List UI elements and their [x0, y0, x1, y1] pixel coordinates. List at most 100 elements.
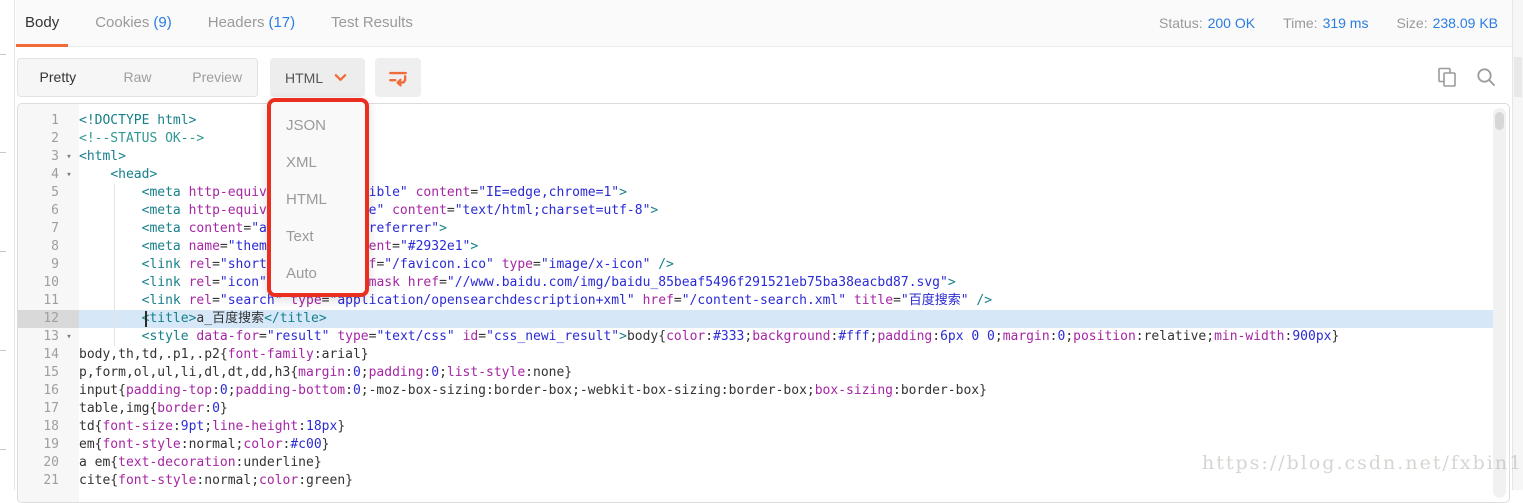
- fold-spacer: [59, 274, 79, 292]
- tab-label: Cookies: [95, 14, 149, 31]
- code-text: td{font-size:9pt;line-height:18px}: [79, 418, 345, 436]
- tab-label: Body: [25, 14, 59, 31]
- wrap-text-button[interactable]: [375, 58, 421, 97]
- code-text: <meta content="always" name="referrer">: [79, 220, 447, 238]
- fold-spacer: [59, 292, 79, 310]
- code-text: <!--STATUS OK-->: [79, 130, 204, 148]
- code-line[interactable]: 3▾<html>: [18, 148, 1493, 166]
- response-body-editor[interactable]: 1<!DOCTYPE html>2<!--STATUS OK-->3▾<html…: [17, 103, 1510, 503]
- view-pretty-button[interactable]: Pretty: [18, 59, 98, 96]
- line-number: 1: [18, 112, 59, 130]
- editor-scrollbar-thumb[interactable]: [1495, 112, 1504, 130]
- editor-action-icons: [1435, 65, 1498, 89]
- code-text: cite{font-style:normal;color:green}: [79, 472, 353, 490]
- response-size: Size:238.09 KB: [1396, 15, 1498, 31]
- dropdown-item-xml[interactable]: XML: [271, 144, 365, 181]
- view-preview-button[interactable]: Preview: [177, 59, 257, 96]
- dropdown-item-text[interactable]: Text: [271, 218, 365, 255]
- fold-spacer: [59, 400, 79, 418]
- line-number: 16: [18, 382, 59, 400]
- fold-spacer: [59, 454, 79, 472]
- code-line[interactable]: 6 <meta http-equiv="content-type" conten…: [18, 202, 1493, 220]
- code-text: body,th,td,.p1,.p2{font-family:arial}: [79, 346, 369, 364]
- code-line[interactable]: 4▾ <head>: [18, 166, 1493, 184]
- code-line[interactable]: 17 table,img{border:0}: [18, 400, 1493, 418]
- tab-label: Test Results: [331, 14, 413, 31]
- fold-spacer: [59, 472, 79, 490]
- tab-body[interactable]: Body: [16, 0, 68, 46]
- code-line[interactable]: 13▾ <style data-for="result" type="text/…: [18, 328, 1493, 346]
- copy-icon[interactable]: [1435, 65, 1459, 89]
- code-line[interactable]: 10 <link rel="icon" sizes="any" mask hre…: [18, 274, 1493, 292]
- line-number: 15: [18, 364, 59, 382]
- fold-spacer: [59, 112, 79, 130]
- fold-spacer: [59, 220, 79, 238]
- fold-spacer: [59, 436, 79, 454]
- line-number: 3: [18, 148, 59, 166]
- tab-headers[interactable]: Headers(17): [199, 0, 304, 46]
- code-line[interactable]: 2 <!--STATUS OK-->: [18, 130, 1493, 148]
- rail-tick: [0, 54, 6, 55]
- search-icon[interactable]: [1474, 65, 1498, 89]
- line-number: 18: [18, 418, 59, 436]
- right-panel-chunk: [1514, 57, 1522, 97]
- line-number: 19: [18, 436, 59, 454]
- line-number: 11: [18, 292, 59, 310]
- code-line[interactable]: 5 <meta http-equiv="X-UA-Compatible" con…: [18, 184, 1493, 202]
- fold-spacer: [59, 130, 79, 148]
- line-number: 14: [18, 346, 59, 364]
- code-text: p,form,ol,ul,li,dl,dt,dd,h3{margin:0;pad…: [79, 364, 572, 382]
- rail-tick: [0, 251, 6, 252]
- dropdown-item-auto[interactable]: Auto: [271, 255, 365, 292]
- line-number: 10: [18, 274, 59, 292]
- format-dropdown-menu: JSONXMLHTMLTextAuto: [267, 98, 369, 297]
- code-line[interactable]: 11 <link rel="search" type="application/…: [18, 292, 1493, 310]
- fold-spacer: [59, 184, 79, 202]
- fold-toggle[interactable]: ▾: [59, 148, 79, 166]
- rail-tick: [0, 152, 6, 153]
- code-line[interactable]: 15 p,form,ol,ul,li,dl,dt,dd,h3{margin:0;p…: [18, 364, 1493, 382]
- fold-toggle[interactable]: ▾: [59, 328, 79, 346]
- line-number: 13: [18, 328, 59, 346]
- code-text: <link rel="shortcut icon" href="/favicon…: [79, 256, 674, 274]
- line-number: 2: [18, 130, 59, 148]
- code-text: <!DOCTYPE html>: [79, 112, 196, 130]
- fold-spacer: [59, 202, 79, 220]
- tab-cookies[interactable]: Cookies(9): [86, 0, 181, 46]
- view-raw-button[interactable]: Raw: [98, 59, 178, 96]
- line-number: 17: [18, 400, 59, 418]
- fold-toggle[interactable]: ▾: [59, 166, 79, 184]
- editor-scrollbar-track[interactable]: [1493, 108, 1506, 498]
- line-number: 5: [18, 184, 59, 202]
- code-line[interactable]: 7 <meta content="always" name="referrer"…: [18, 220, 1493, 238]
- code-line[interactable]: 12 <title>a_百度搜索</title>: [18, 310, 1493, 328]
- dropdown-item-html[interactable]: HTML: [271, 181, 365, 218]
- view-mode-group: PrettyRawPreview: [17, 58, 258, 97]
- code-line[interactable]: 18 td{font-size:9pt;line-height:18px}: [18, 418, 1493, 436]
- code-line[interactable]: 16 input{padding-top:0;padding-bottom:0;-…: [18, 382, 1493, 400]
- fold-spacer: [59, 364, 79, 382]
- code-text: a em{text-decoration:underline}: [79, 454, 322, 472]
- code-line[interactable]: 21cite{font-style:normal;color:green}: [18, 472, 1493, 490]
- line-number: 6: [18, 202, 59, 220]
- indent-guide: [114, 184, 115, 346]
- wrap-text-icon: [387, 67, 409, 89]
- left-panel-edge: [0, 0, 15, 490]
- response-toolbar: PrettyRawPreview HTML: [17, 58, 1498, 98]
- code-line[interactable]: 1 <!DOCTYPE html>: [18, 112, 1493, 130]
- line-number: 9: [18, 256, 59, 274]
- code-text: <title>a_百度搜索</title>: [79, 310, 327, 328]
- fold-spacer: [59, 346, 79, 364]
- code-text: input{padding-top:0;padding-bottom:0;-mo…: [79, 382, 987, 400]
- dropdown-item-json[interactable]: JSON: [271, 107, 365, 144]
- code-line[interactable]: 14 body,th,td,.p1,.p2{font-family:arial}: [18, 346, 1493, 364]
- response-tabbar: BodyCookies(9)Headers(17)Test Results St…: [16, 0, 1512, 47]
- language-select-button[interactable]: HTML: [270, 58, 365, 97]
- code-line[interactable]: 9 <link rel="shortcut icon" href="/favic…: [18, 256, 1493, 274]
- fold-spacer: [59, 418, 79, 436]
- code-line[interactable]: 8 <meta name="theme-color" content="#293…: [18, 238, 1493, 256]
- tab-test-results[interactable]: Test Results: [322, 0, 422, 46]
- line-number: 8: [18, 238, 59, 256]
- code-text: <html>: [79, 148, 126, 166]
- code-text: table,img{border:0}: [79, 400, 228, 418]
